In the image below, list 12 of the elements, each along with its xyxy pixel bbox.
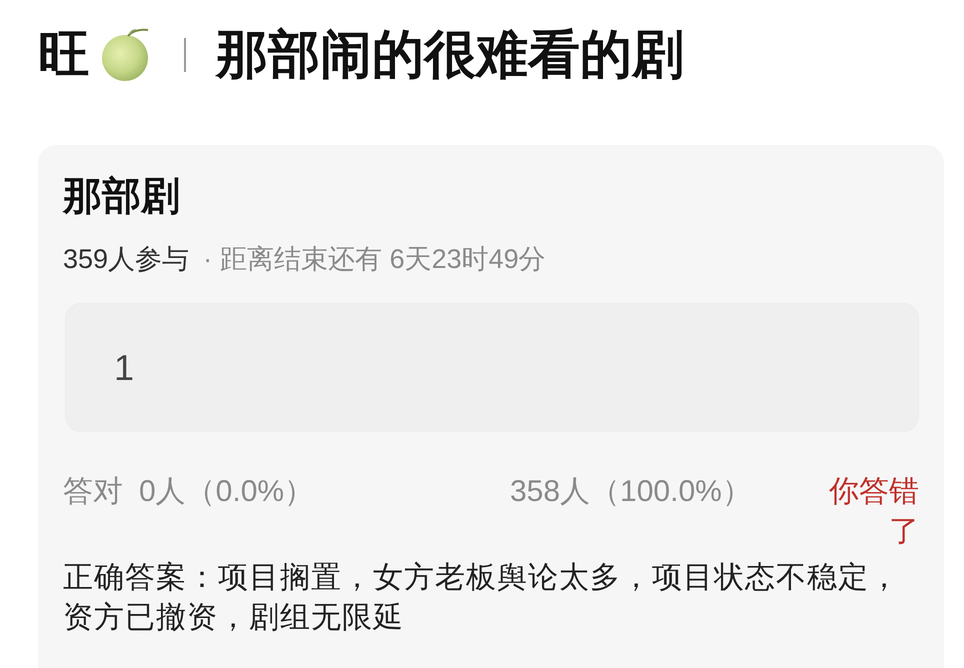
countdown-text: 距离结束还有 6天23时49分 bbox=[220, 243, 546, 276]
correct-count: 0人（0.0%） bbox=[139, 474, 314, 510]
correct-label: 答对 bbox=[63, 474, 123, 510]
other-count: 358人（100.0%） bbox=[510, 474, 753, 510]
quiz-title: 那部剧 bbox=[63, 175, 181, 219]
correct-answer-text: 正确答案：项目搁置，女方老板舆论太多，项目状态不稳定，资方已撤资，剧组无限延 bbox=[63, 560, 901, 636]
participant-count: 359人参与 bbox=[63, 243, 190, 276]
post-title: 那部闹的很难看的剧 bbox=[216, 25, 684, 85]
dot-separator: · bbox=[203, 243, 212, 276]
answer-value: 1 bbox=[114, 346, 134, 390]
author-name: 旺 bbox=[38, 25, 90, 85]
result-text: 你答错了 bbox=[828, 474, 919, 550]
